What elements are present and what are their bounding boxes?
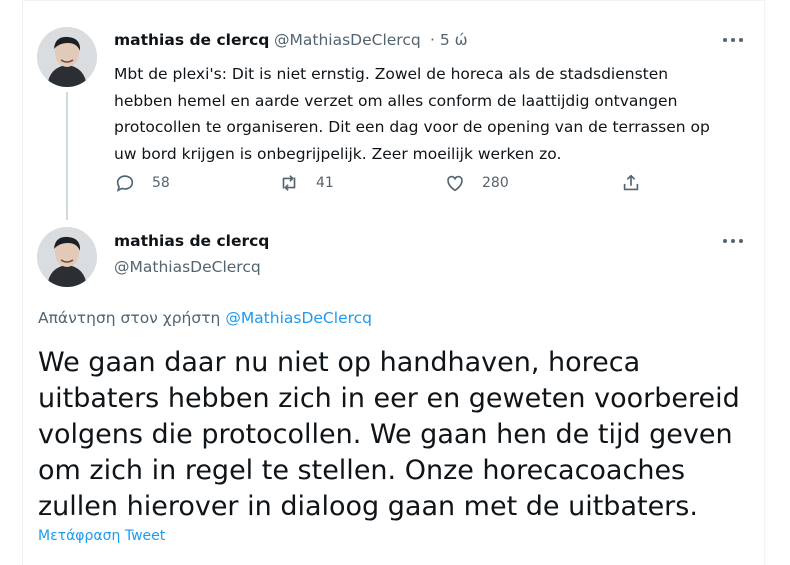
reply-count: 58 [152,175,170,191]
retweet-count: 41 [316,175,334,191]
share-button[interactable] [620,172,658,194]
reply-context: Απάντηση στον χρήστη @MathiasDeClercq [38,309,372,327]
share-icon [623,174,639,191]
tweet-actions: 58 41 280 [108,172,658,200]
author-name[interactable]: mathias de clercq [114,232,269,250]
more-icon[interactable] [723,33,743,47]
tweet-time[interactable]: · 5 ώ [430,31,468,49]
reply-button[interactable]: 58 [114,172,170,194]
reply-handle-link[interactable]: @MathiasDeClercq [225,309,372,327]
more-icon[interactable] [723,234,743,248]
like-button[interactable]: 280 [444,172,509,194]
translate-tweet-link[interactable]: Μετάφραση Tweet [38,528,165,544]
tweet-text: Mbt de plexi's: Dit is niet ernstig. Zow… [114,65,710,163]
tweet-text: We gaan daar nu niet op handhaven, horec… [38,347,740,522]
avatar[interactable] [37,227,97,287]
thread-connector [66,92,68,220]
avatar[interactable] [37,27,97,87]
like-icon [447,175,463,192]
retweet-button[interactable]: 41 [278,172,334,194]
reply-icon [116,175,134,192]
author-name[interactable]: mathias de clercq [114,31,269,49]
reply-prefix: Απάντηση στον χρήστη [38,309,221,327]
like-count: 280 [482,175,509,191]
avatar-photo [37,27,97,87]
author-handle[interactable]: @MathiasDeClercq [114,258,261,276]
avatar-photo [37,227,97,287]
author-handle[interactable]: @MathiasDeClercq [274,31,421,49]
tweet-thread: mathias de clercq @MathiasDeClercq · 5 ώ… [0,0,790,565]
retweet-icon [282,175,296,191]
